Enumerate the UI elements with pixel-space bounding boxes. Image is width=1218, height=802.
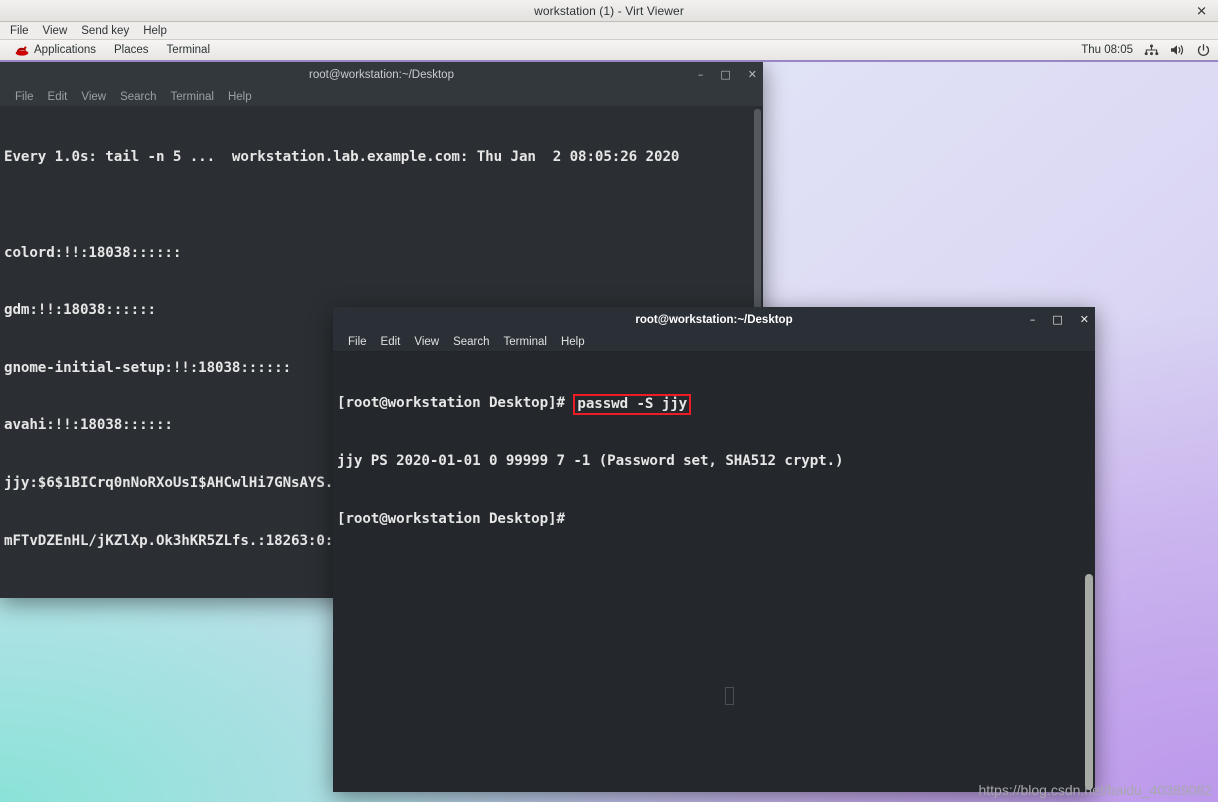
- terminal2-cursor: [725, 687, 734, 705]
- terminal1-menu-search[interactable]: Search: [113, 91, 163, 103]
- terminal2-output[interactable]: [root@workstation Desktop]# passwd -S jj…: [333, 352, 1095, 792]
- menu-view[interactable]: View: [36, 24, 75, 38]
- panel-item-applications[interactable]: Applications: [6, 42, 105, 58]
- terminal1-menu-view[interactable]: View: [74, 91, 113, 103]
- terminal2-titlebar[interactable]: root@workstation:~/Desktop – □ ✕: [333, 307, 1095, 332]
- terminal-window-active[interactable]: root@workstation:~/Desktop – □ ✕ File Ed…: [333, 307, 1095, 792]
- power-icon[interactable]: [1197, 43, 1210, 57]
- terminal2-scrollbar[interactable]: [1083, 352, 1095, 792]
- terminal1-menu-edit[interactable]: Edit: [41, 91, 75, 103]
- terminal2-menu-file[interactable]: File: [341, 336, 374, 348]
- terminal1-line: colord:!!:18038::::::: [4, 244, 182, 261]
- menu-send-key[interactable]: Send key: [74, 24, 136, 38]
- watermark: https://blog.csdn.net/baidu_40389082: [978, 782, 1212, 798]
- terminal2-menu-search[interactable]: Search: [446, 336, 496, 348]
- terminal2-menu-edit[interactable]: Edit: [374, 336, 408, 348]
- gnome-panel-right: Thu 08:05: [1081, 40, 1210, 60]
- virt-viewer-title: workstation (1) - Virt Viewer: [534, 3, 684, 18]
- terminal1-window-buttons: – □ ✕: [698, 62, 757, 87]
- gnome-desktop[interactable]: root@workstation:~/Desktop – □ ✕ File Ed…: [0, 62, 1218, 802]
- terminal2-title: root@workstation:~/Desktop: [635, 313, 793, 326]
- terminal1-menubar: File Edit View Search Terminal Help: [0, 87, 763, 107]
- terminal2-prompt: [root@workstation Desktop]#: [337, 395, 574, 411]
- terminal2-menu-terminal[interactable]: Terminal: [497, 336, 554, 348]
- terminal1-menu-help[interactable]: Help: [221, 91, 259, 103]
- terminal2-command-line: [root@workstation Desktop]# passwd -S jj…: [337, 393, 1091, 415]
- gnome-top-panel: Applications Places Terminal Thu 08:05: [0, 40, 1218, 62]
- menu-file[interactable]: File: [3, 24, 36, 38]
- terminal1-title: root@workstation:~/Desktop: [309, 68, 454, 81]
- menu-help[interactable]: Help: [136, 24, 174, 38]
- minimize-icon[interactable]: –: [1030, 314, 1036, 325]
- virt-viewer-window: workstation (1) - Virt Viewer ✕ File Vie…: [0, 0, 1218, 802]
- virt-viewer-menubar: File View Send key Help: [0, 22, 1218, 40]
- volume-icon[interactable]: [1170, 44, 1186, 56]
- close-icon[interactable]: ✕: [1193, 4, 1210, 17]
- close-icon[interactable]: ✕: [1080, 314, 1089, 325]
- highlighted-command: passwd -S jjy: [573, 394, 692, 415]
- close-icon[interactable]: ✕: [748, 69, 757, 80]
- panel-item-applications-label: Applications: [34, 44, 97, 56]
- redhat-logo-icon: [15, 45, 29, 56]
- terminal1-menu-terminal[interactable]: Terminal: [164, 91, 221, 103]
- network-icon[interactable]: [1144, 44, 1159, 56]
- panel-clock[interactable]: Thu 08:05: [1081, 44, 1133, 56]
- terminal1-menu-file[interactable]: File: [8, 91, 41, 103]
- terminal2-scrollbar-thumb[interactable]: [1085, 574, 1093, 790]
- panel-item-places[interactable]: Places: [105, 42, 158, 58]
- minimize-icon[interactable]: –: [698, 69, 704, 80]
- gnome-panel-left: Applications Places Terminal: [6, 42, 219, 58]
- terminal1-titlebar[interactable]: root@workstation:~/Desktop – □ ✕: [0, 62, 763, 87]
- terminal2-menubar: File Edit View Search Terminal Help: [333, 332, 1095, 352]
- terminal2-output-line: jjy PS 2020-01-01 0 99999 7 -1 (Password…: [337, 453, 844, 469]
- maximize-icon[interactable]: □: [720, 69, 730, 80]
- terminal1-line: Every 1.0s: tail -n 5 ... workstation.la…: [4, 149, 680, 165]
- terminal2-prompt-line: [root@workstation Desktop]#: [337, 510, 565, 527]
- maximize-icon[interactable]: □: [1052, 314, 1062, 325]
- virt-viewer-titlebar: workstation (1) - Virt Viewer ✕: [0, 0, 1218, 22]
- terminal2-window-buttons: – □ ✕: [1030, 307, 1089, 332]
- terminal2-menu-help[interactable]: Help: [554, 336, 592, 348]
- terminal2-menu-view[interactable]: View: [407, 336, 446, 348]
- panel-item-terminal[interactable]: Terminal: [158, 42, 219, 58]
